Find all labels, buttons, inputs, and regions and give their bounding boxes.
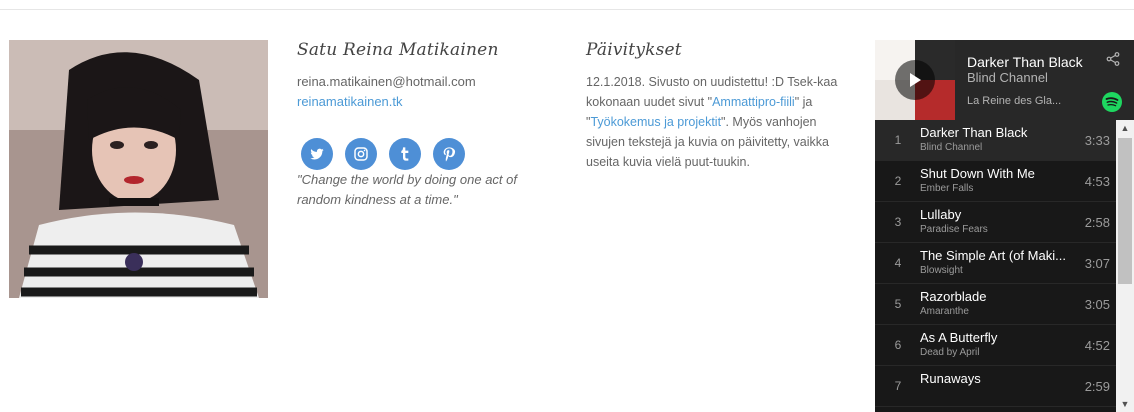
track-duration: 3:05 [1084,297,1110,312]
track-artist: Blowsight [920,265,963,276]
track-name: Darker Than Black [920,125,1028,140]
profile-photo [9,40,268,298]
track-number: 4 [894,256,902,270]
now-playing-album[interactable]: La Reine des Gla... [967,95,1061,107]
instagram-icon[interactable] [345,138,377,170]
spotify-logo-icon[interactable] [1102,92,1122,112]
profile-column: Satu Reina Matikainen reina.matikainen@h… [297,40,557,210]
track-row[interactable]: 6 As A Butterfly Dead by April 4:52 [875,325,1116,366]
social-links [301,138,557,170]
website-link[interactable]: reinamatikainen.tk [297,94,403,109]
now-playing-title[interactable]: Darker Than Black [967,54,1083,70]
scroll-down-icon[interactable]: ▼ [1116,396,1134,412]
track-row[interactable]: 1 Darker Than Black Blind Channel 3:33 [875,120,1116,161]
track-artist: Ember Falls [920,183,974,194]
play-button[interactable] [895,60,935,100]
updates-title: Päivitykset [586,40,682,60]
track-row[interactable]: 4 The Simple Art (of Maki... Blowsight 3… [875,243,1116,284]
profile-name: Satu Reina Matikainen [297,40,499,60]
scrollbar-thumb[interactable] [1118,138,1132,284]
album-cover [875,40,955,120]
track-name: Razorblade [920,289,987,304]
share-icon[interactable] [1106,52,1120,71]
track-name: The Simple Art (of Maki... [920,248,1066,263]
track-number: 2 [894,174,902,188]
track-row[interactable]: 3 Lullaby Paradise Fears 2:58 [875,202,1116,243]
track-name: As A Butterfly [920,330,998,345]
profile-quote: "Change the world by doing one act of ra… [297,172,517,207]
track-list: 1 Darker Than Black Blind Channel 3:33 2… [875,120,1116,407]
updates-column: Päivitykset 12.1.2018. Sivusto on uudist… [586,40,844,172]
track-duration: 4:52 [1084,338,1110,353]
updates-text: 12.1.2018. Sivusto on uudistettu! :D Tse… [586,72,844,172]
track-duration: 3:07 [1084,256,1110,271]
track-name: Runaways [920,371,981,386]
profile-email: reina.matikainen@hotmail.com [297,74,476,89]
scroll-up-icon[interactable]: ▲ [1116,120,1134,136]
track-artist: Dead by April [920,347,980,358]
track-name: Lullaby [920,207,962,222]
track-duration: 2:58 [1084,215,1110,230]
tumblr-icon[interactable] [389,138,421,170]
track-duration: 3:33 [1084,133,1110,148]
track-row[interactable]: 2 Shut Down With Me Ember Falls 4:53 [875,161,1116,202]
track-artist: Amaranthe [920,306,969,317]
track-row[interactable]: 7 Runaways 2:59 [875,366,1116,407]
ammattiprofiili-link[interactable]: Ammattipro-fiili [712,95,795,109]
top-divider [0,9,1134,10]
track-number: 5 [894,297,902,311]
track-number: 6 [894,338,902,352]
track-list-scrollbar[interactable]: ▲ ▼ [1116,120,1134,412]
pinterest-icon[interactable] [433,138,465,170]
track-number: 7 [894,379,902,393]
track-duration: 4:53 [1084,174,1110,189]
track-number: 3 [894,215,902,229]
track-duration: 2:59 [1084,379,1110,394]
track-row[interactable]: 5 Razorblade Amaranthe 3:05 [875,284,1116,325]
player-header: Darker Than Black Blind Channel La Reine… [875,40,1134,120]
now-playing-artist[interactable]: Blind Channel [967,70,1048,85]
track-artist: Blind Channel [920,142,983,153]
play-icon [910,73,921,87]
tyokokemus-link[interactable]: Työkokemus ja projektit [590,115,721,129]
track-number: 1 [894,133,902,147]
twitter-icon[interactable] [301,138,333,170]
track-name: Shut Down With Me [920,166,1035,181]
spotify-player: Darker Than Black Blind Channel La Reine… [875,40,1134,412]
track-artist: Paradise Fears [920,224,988,235]
